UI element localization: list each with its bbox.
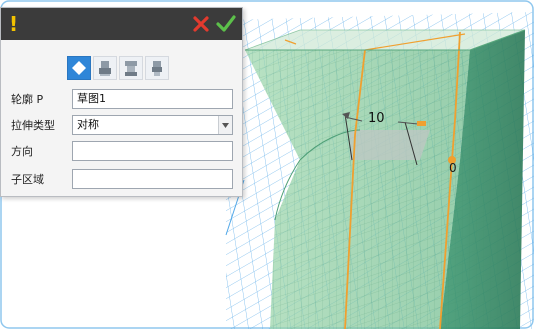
close-x-icon [193,16,209,32]
direction-row: 方向 [1,141,244,163]
sub-region-field[interactable] [72,169,233,189]
mode-button-add[interactable] [93,56,117,80]
ok-button[interactable] [215,13,237,35]
dimension-value[interactable]: 10 [368,111,385,127]
extrude-type-value: 对称 [77,118,99,131]
panel-titlebar: ! [1,8,242,40]
checkmark-icon [216,15,236,32]
extrude-add-icon [99,61,111,76]
direction-field[interactable] [72,141,233,161]
mode-button-intersect[interactable] [145,56,169,80]
extrude-intersect-icon [152,61,162,76]
extrude-type-select[interactable]: 对称 [72,115,233,135]
sub-region-row: 子区域 [1,169,244,191]
mode-button-subtract[interactable] [119,56,143,80]
sub-region-label: 子区域 [11,173,44,186]
dropdown-arrow-icon[interactable] [218,116,232,134]
extrude-mode-toolbar [67,56,169,80]
extrude-feature-panel: ! 轮廓 P 草图1 拉伸类型 对称 方向 子区域 [0,7,243,197]
direction-label: 方向 [11,145,33,158]
solid-diamond-icon [72,61,86,75]
cancel-button[interactable] [190,13,212,35]
warning-icon: ! [9,12,19,36]
profile-label: 轮廓 P [11,93,44,106]
extrude-subtract-icon [125,61,137,76]
extrude-type-row: 拉伸类型 对称 [1,115,244,137]
extrude-type-label: 拉伸类型 [11,119,55,132]
origin-label: 0 [449,161,457,175]
mode-button-solid[interactable] [67,56,91,80]
profile-field[interactable]: 草图1 [72,89,233,109]
profile-row: 轮廓 P 草图1 [1,89,244,111]
